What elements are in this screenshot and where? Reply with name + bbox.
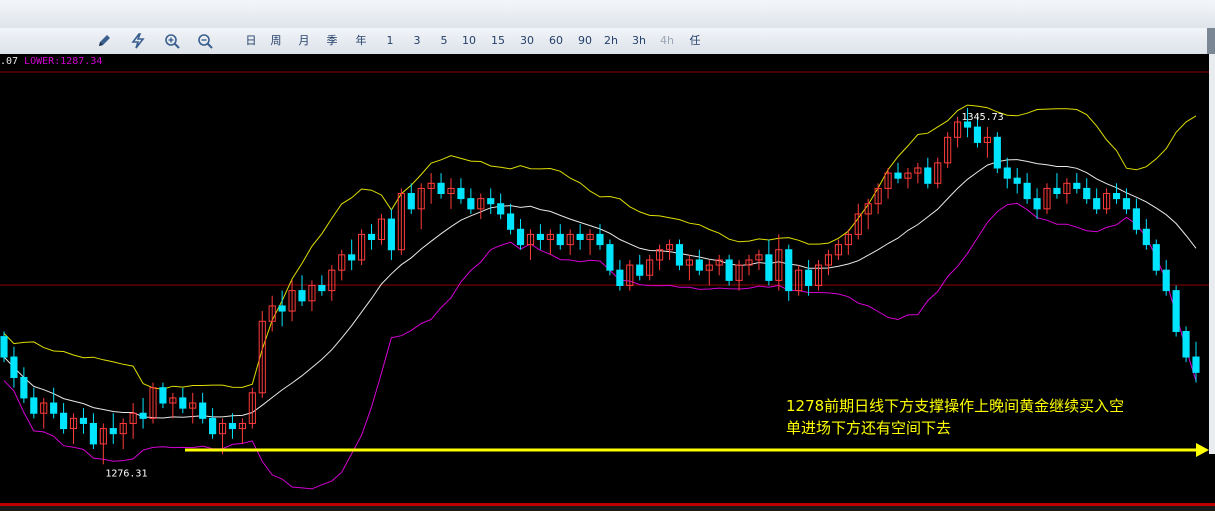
candle-body bbox=[1053, 187, 1061, 195]
candle-body bbox=[457, 187, 465, 200]
candle-body bbox=[973, 126, 982, 143]
candle-body bbox=[0, 336, 8, 358]
candle-body bbox=[1013, 177, 1021, 184]
candle-body bbox=[894, 172, 902, 179]
candle-body bbox=[467, 198, 475, 210]
candle-body bbox=[497, 203, 505, 215]
candle-body bbox=[993, 136, 1001, 169]
period-button-3[interactable]: 3 bbox=[408, 28, 426, 54]
low-price-label: 1276.31 bbox=[105, 468, 147, 479]
candle-body bbox=[596, 233, 604, 246]
candle-body bbox=[1192, 356, 1200, 373]
mid-band-line bbox=[3, 159, 1197, 419]
candle-body bbox=[606, 244, 614, 271]
candle-body bbox=[10, 356, 18, 378]
candle-body bbox=[1142, 228, 1150, 246]
candle-body bbox=[159, 387, 167, 404]
candle-body bbox=[1073, 182, 1081, 189]
annotation-line-2: 单进场下方还有空间下去 bbox=[786, 419, 951, 437]
candle-body bbox=[437, 182, 445, 195]
candle-body bbox=[1172, 290, 1180, 332]
candle-body bbox=[20, 376, 28, 399]
period-button-周[interactable]: 周 bbox=[267, 28, 285, 54]
candle-body bbox=[616, 269, 624, 286]
candle-body bbox=[1182, 330, 1190, 358]
candle-body bbox=[805, 269, 813, 286]
candle-body bbox=[1033, 198, 1041, 210]
candle-body bbox=[765, 254, 773, 281]
candle-body bbox=[556, 233, 564, 246]
candle-body bbox=[785, 249, 793, 292]
candle-body bbox=[228, 422, 237, 430]
candle-body bbox=[675, 244, 684, 266]
candle-body bbox=[1112, 193, 1121, 200]
period-button-任[interactable]: 任 bbox=[686, 28, 704, 54]
candle-body bbox=[199, 402, 207, 419]
candle-body bbox=[1122, 198, 1131, 210]
candle-body bbox=[298, 290, 306, 302]
candle-body bbox=[516, 228, 525, 246]
indicator-readout: .07 LOWER:1287.34 bbox=[0, 54, 1215, 70]
candle-body bbox=[278, 305, 286, 312]
status-strip bbox=[0, 506, 1215, 511]
period-button-季[interactable]: 季 bbox=[323, 28, 341, 54]
support-arrow-head bbox=[1196, 443, 1209, 457]
period-button-2h[interactable]: 2h bbox=[602, 28, 620, 54]
window-title-bar bbox=[0, 0, 1215, 29]
candle-body bbox=[367, 233, 376, 241]
period-button-10[interactable]: 10 bbox=[460, 28, 478, 54]
candle-body bbox=[60, 412, 68, 430]
period-button-1[interactable]: 1 bbox=[381, 28, 399, 54]
candle-body bbox=[636, 264, 644, 276]
candle-body bbox=[348, 254, 356, 261]
lightning-icon[interactable] bbox=[127, 28, 149, 54]
candle-body bbox=[139, 412, 147, 419]
candlestick-chart: 1345.73 1276.31 1278前期日线下方支撑操作上晚间黄金继续买入空单进… bbox=[0, 71, 1209, 490]
candle-body bbox=[1093, 198, 1101, 210]
period-button-15[interactable]: 15 bbox=[489, 28, 507, 54]
candle-body bbox=[487, 198, 495, 205]
candle-body bbox=[1132, 208, 1140, 230]
candle-body bbox=[1023, 182, 1031, 200]
candle-body bbox=[1003, 167, 1011, 179]
candle-body bbox=[536, 233, 544, 241]
candle-body bbox=[30, 397, 38, 414]
mid-value-fragment: .07 bbox=[0, 56, 19, 67]
period-button-90[interactable]: 90 bbox=[576, 28, 594, 54]
toolbar-edge bbox=[1207, 28, 1215, 54]
lower-band-value: LOWER:1287.34 bbox=[24, 56, 103, 67]
high-price-label: 1345.73 bbox=[962, 112, 1004, 123]
pencil-icon[interactable] bbox=[93, 28, 115, 54]
candle-body bbox=[576, 233, 584, 241]
candle-body bbox=[1162, 269, 1170, 292]
candle-body bbox=[387, 218, 395, 251]
period-button-3h[interactable]: 3h bbox=[630, 28, 648, 54]
period-button-日[interactable]: 日 bbox=[242, 28, 260, 54]
period-button-月[interactable]: 月 bbox=[295, 28, 313, 54]
right-scrollbar[interactable] bbox=[1209, 54, 1215, 454]
candle-body bbox=[209, 417, 217, 435]
period-button-4h[interactable]: 4h bbox=[658, 28, 676, 54]
candle-body bbox=[1083, 187, 1091, 200]
candle-body bbox=[318, 285, 326, 292]
candle-body bbox=[79, 417, 88, 424]
annotation-line-1: 1278前期日线下方支撑操作上晚间黄金继续买入空 bbox=[786, 397, 1124, 415]
candle-body bbox=[109, 428, 117, 435]
candle-body bbox=[50, 402, 58, 414]
candle-body bbox=[725, 259, 733, 281]
period-button-60[interactable]: 60 bbox=[547, 28, 565, 54]
candle-body bbox=[924, 167, 932, 184]
candle-body bbox=[89, 422, 97, 445]
period-button-5[interactable]: 5 bbox=[435, 28, 453, 54]
period-button-年[interactable]: 年 bbox=[352, 28, 370, 54]
zoom-in-icon[interactable] bbox=[161, 28, 183, 54]
candle-body bbox=[407, 193, 415, 210]
candle-body bbox=[179, 397, 187, 409]
zoom-out-icon[interactable] bbox=[194, 28, 216, 54]
candle-body bbox=[507, 213, 515, 230]
candle-body bbox=[695, 259, 703, 271]
period-button-30[interactable]: 30 bbox=[518, 28, 536, 54]
toolbar: 日周月季年 1 3 5 10 15 30 60 90 2h 3h 4h 任 bbox=[0, 28, 1215, 54]
candle-body bbox=[1152, 244, 1160, 271]
